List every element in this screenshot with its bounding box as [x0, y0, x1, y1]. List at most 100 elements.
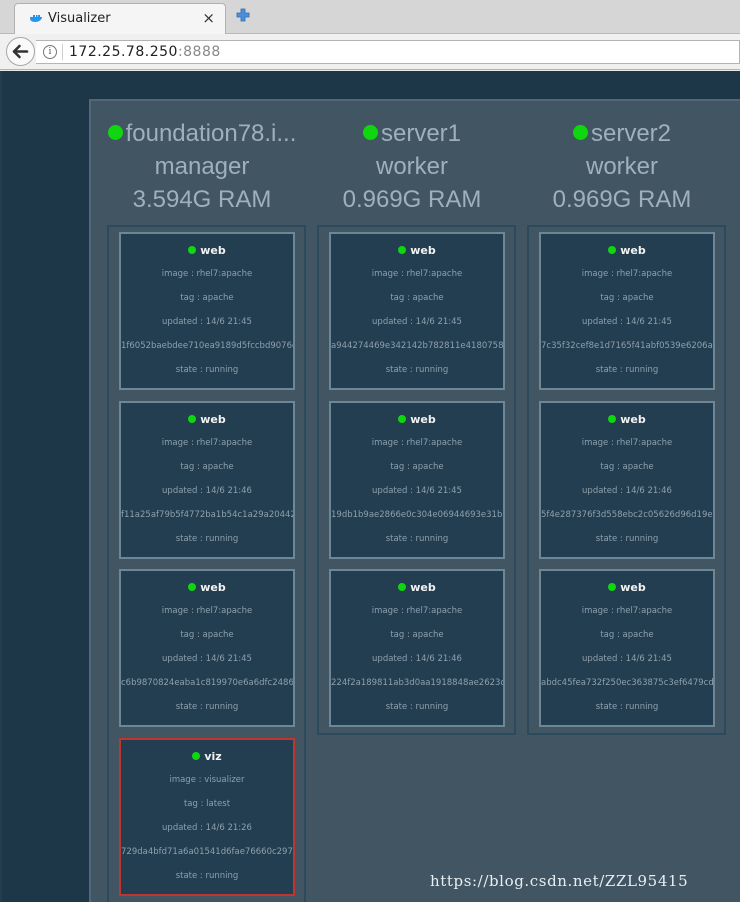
task-updated: updated : 14/6 21:45 [372, 486, 462, 496]
node-header: foundation78.i... manager 3.594G RAM [97, 117, 307, 216]
task-tag: tag : apache [390, 293, 444, 303]
task-tag: tag : apache [600, 630, 654, 640]
task-tag: tag : apache [390, 462, 444, 472]
task-id: 729da4bfd71a6a01541d6fae76660c29745 [121, 847, 293, 857]
url-port: :8888 [177, 44, 221, 60]
task-status-dot [188, 583, 197, 591]
task-name: web [410, 581, 436, 594]
task-name: web [200, 413, 226, 426]
task-name: web [410, 413, 436, 426]
task-state: state : running [385, 365, 449, 375]
task-image: image : rhel7:apache [161, 269, 253, 279]
url-separator [62, 44, 63, 60]
task-updated: updated : 14/6 21:45 [162, 654, 252, 664]
task-image: image : visualizer [169, 775, 245, 785]
node-role: worker [585, 153, 658, 180]
url-bar[interactable]: i 172.25.78.250:8888 [36, 40, 740, 64]
task-image: image : rhel7:apache [581, 606, 673, 616]
task-state: state : running [175, 871, 239, 881]
tab-visualizer[interactable]: Visualizer × [14, 3, 226, 34]
task-name: web [200, 581, 226, 594]
node-role: manager [154, 153, 250, 180]
node-name: foundation78.i... [125, 120, 297, 147]
node-name: server2 [590, 120, 672, 147]
task-status-dot [188, 246, 197, 254]
task-id: 19db1b9ae2866e0c304e06944693e31bac [331, 510, 503, 520]
task-name: web [620, 413, 646, 426]
task-updated: updated : 14/6 21:45 [162, 317, 252, 327]
task-id: c6b9870824eaba1c819970e6a6dfc2486cf [121, 678, 293, 688]
task-status-dot [398, 583, 407, 591]
task-name: web [620, 581, 646, 594]
back-arrow-icon [12, 44, 29, 59]
task-state: state : running [595, 534, 659, 544]
node-name: server1 [380, 120, 462, 147]
node-status-dot [572, 125, 588, 140]
task-state: state : running [385, 534, 449, 544]
task-card[interactable]: web image : rhel7:apache tag : apache up… [329, 232, 505, 390]
task-status-dot [192, 752, 201, 760]
task-tag: tag : apache [600, 293, 654, 303]
task-image: image : rhel7:apache [161, 606, 253, 616]
task-card[interactable]: web image : rhel7:apache tag : apache up… [119, 569, 295, 727]
task-status-dot [188, 415, 197, 423]
task-id: 5f4e287376f3d558ebc2c05626d96d19e2e [541, 510, 713, 520]
tab-close-button[interactable]: × [202, 9, 215, 27]
task-id: f11a25af79b5f4772ba1b54c1a29a204426 [121, 510, 293, 520]
task-image: image : rhel7:apache [371, 606, 463, 616]
task-tag: tag : apache [600, 462, 654, 472]
navigation-bar: i 172.25.78.250:8888 [0, 34, 740, 70]
task-status-dot [608, 246, 617, 254]
task-name: web [200, 244, 226, 257]
url-host: 172.25.78.250 [69, 44, 178, 60]
back-button[interactable] [6, 37, 35, 66]
task-id: a944274469e342142b782811e4180758ea [331, 341, 503, 351]
task-card[interactable]: web image : rhel7:apache tag : apache up… [539, 232, 715, 390]
task-card[interactable]: web image : rhel7:apache tag : apache up… [119, 232, 295, 390]
new-tab-plus-icon[interactable] [236, 8, 250, 22]
task-name: web [620, 244, 646, 257]
task-tag: tag : latest [183, 799, 231, 809]
docker-whale-icon [30, 15, 42, 22]
task-updated: updated : 14/6 21:26 [162, 823, 252, 833]
tab-title: Visualizer [48, 11, 111, 26]
info-icon[interactable]: i [43, 45, 57, 59]
task-card-viz[interactable]: viz image : visualizer tag : latest upda… [119, 738, 295, 896]
task-state: state : running [175, 365, 239, 375]
task-card[interactable]: web image : rhel7:apache tag : apache up… [329, 569, 505, 727]
url-text[interactable]: 172.25.78.250:8888 [69, 44, 221, 60]
task-card[interactable]: web image : rhel7:apache tag : apache up… [539, 569, 715, 727]
task-image: image : rhel7:apache [371, 269, 463, 279]
task-state: state : running [175, 534, 239, 544]
node-header: server2 worker 0.969G RAM [517, 117, 727, 216]
task-id: 224f2a189811ab3d0aa1918848ae2623d2 [331, 678, 503, 688]
task-id: abdc45fea732f250ec363875c3ef6479cd7f [541, 678, 713, 688]
task-status-dot [398, 415, 407, 423]
visualizer-page: foundation78.i... manager 3.594G RAM web… [0, 71, 740, 902]
task-card[interactable]: web image : rhel7:apache tag : apache up… [119, 401, 295, 559]
node-task-column: web image : rhel7:apache tag : apache up… [527, 225, 726, 735]
task-card[interactable]: web image : rhel7:apache tag : apache up… [539, 401, 715, 559]
task-state: state : running [595, 702, 659, 712]
task-tag: tag : apache [180, 630, 234, 640]
task-tag: tag : apache [180, 293, 234, 303]
task-name: viz [204, 750, 222, 763]
node-header: server1 worker 0.969G RAM [307, 117, 517, 216]
task-image: image : rhel7:apache [581, 269, 673, 279]
node-status-dot [362, 125, 378, 140]
task-status-dot [608, 583, 617, 591]
task-status-dot [608, 415, 617, 423]
task-image: image : rhel7:apache [581, 438, 673, 448]
task-updated: updated : 14/6 21:45 [582, 654, 672, 664]
task-name: web [410, 244, 436, 257]
node-status-dot [107, 125, 123, 140]
watermark-text: https://blog.csdn.net/ZZL95415 [430, 872, 689, 890]
task-updated: updated : 14/6 21:46 [582, 486, 672, 496]
node-task-column: web image : rhel7:apache tag : apache up… [107, 225, 306, 902]
task-image: image : rhel7:apache [371, 438, 463, 448]
task-id: 7c35f32cef8e1d7165f41abf0539e6206a71 [541, 341, 713, 351]
task-updated: updated : 14/6 21:45 [372, 317, 462, 327]
task-image: image : rhel7:apache [161, 438, 253, 448]
node-ram: 3.594G RAM [132, 186, 272, 213]
task-card[interactable]: web image : rhel7:apache tag : apache up… [329, 401, 505, 559]
